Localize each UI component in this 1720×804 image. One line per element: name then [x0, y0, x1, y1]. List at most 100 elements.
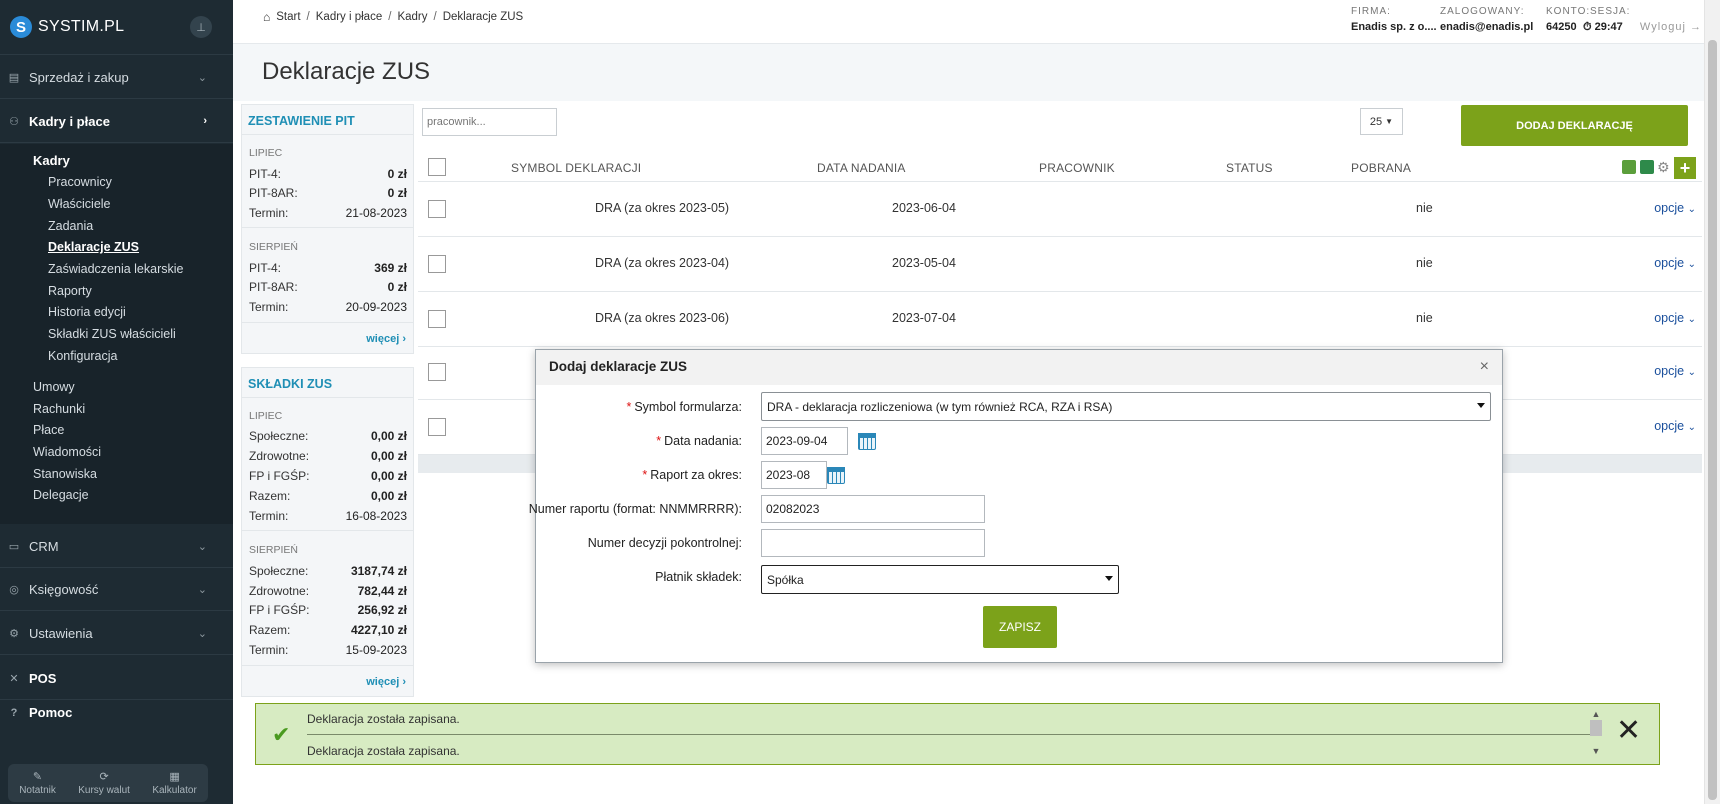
row-key: Razem: — [249, 489, 291, 503]
submenu-head-kadry[interactable]: Kadry — [33, 153, 70, 168]
row-value: 0 zł — [387, 280, 407, 294]
close-icon[interactable]: × — [1480, 358, 1489, 376]
column-header-data[interactable]: DATA NADANIA — [817, 161, 906, 175]
sidebar-section-ustawienia[interactable]: ⚙ Ustawienia ⌄ — [0, 612, 233, 655]
column-header-symbol[interactable]: SYMBOL DEKLARACJI — [511, 161, 641, 175]
zalogowany-label: ZALOGOWANY: — [1440, 6, 1525, 17]
zus-more-link[interactable]: więcej › — [366, 676, 406, 688]
calendar-icon[interactable] — [827, 467, 845, 484]
submenu-item-zadania[interactable]: Zadania — [48, 219, 93, 233]
submenu-item-wiadomosci[interactable]: Wiadomości — [33, 445, 101, 459]
row-options-link[interactable]: opcje ⌄ — [1654, 256, 1696, 270]
settings-gear-icon[interactable]: ⚙ — [1657, 160, 1671, 174]
pin-icon[interactable]: ⊥ — [190, 16, 212, 38]
page-scrollbar[interactable] — [1704, 0, 1720, 804]
submenu-item-deklaracje-zus[interactable]: Deklaracje ZUS — [48, 240, 139, 254]
submenu-item-raporty[interactable]: Raporty — [48, 284, 92, 298]
submenu-item-place[interactable]: Płace — [33, 423, 64, 437]
submenu-item-pracownicy[interactable]: Pracownicy — [48, 175, 112, 189]
breadcrumb-kadry[interactable]: Kadry — [397, 11, 427, 23]
submenu-item-stanowiska[interactable]: Stanowiska — [33, 467, 97, 481]
export-csv-icon[interactable] — [1622, 160, 1636, 174]
sidebar-section-pomoc[interactable]: ? Pomoc — [0, 691, 233, 734]
notification-scrollbar[interactable]: ▲ ▼ — [1589, 709, 1603, 761]
column-header-pobrana[interactable]: POBRANA — [1351, 161, 1411, 175]
pit-row: PIT-4: 0 zł — [249, 167, 407, 181]
notification-message: Deklaracja została zapisana. — [307, 744, 460, 758]
sidebar-section-label: Księgowość — [29, 581, 99, 597]
panel-title: ZESTAWIENIE PIT — [242, 105, 413, 135]
row-checkbox[interactable] — [428, 200, 446, 218]
tool-label: Notatnik — [19, 785, 56, 796]
search-input[interactable] — [422, 108, 557, 136]
tool-kalkulator[interactable]: ▦ Kalkulator — [152, 770, 196, 796]
row-value: 0 zł — [387, 167, 407, 181]
sesja-label: SESJA: — [1590, 6, 1631, 17]
scrollbar-thumb[interactable] — [1708, 40, 1717, 800]
cart-icon: ▤ — [8, 71, 20, 84]
breadcrumb-start[interactable]: Start — [276, 11, 300, 23]
submenu-item-umowy[interactable]: Umowy — [33, 380, 75, 394]
row-key: PIT-8AR: — [249, 186, 298, 200]
platnik-select[interactable]: Spółka — [761, 565, 1119, 594]
page-size-select[interactable]: 25 ▼ — [1360, 108, 1403, 135]
save-button[interactable]: ZAPISZ — [983, 606, 1057, 648]
row-checkbox[interactable] — [428, 418, 446, 436]
submenu-item-delegacje[interactable]: Delegacje — [33, 488, 89, 502]
export-excel-icon[interactable] — [1640, 160, 1654, 174]
column-header-pracownik[interactable]: PRACOWNIK — [1039, 161, 1115, 175]
tool-kursy-walut[interactable]: ⟳ Kursy walut — [78, 770, 130, 796]
home-icon[interactable]: ⌂ — [263, 10, 270, 24]
chevron-right-icon: › — [402, 333, 406, 345]
options-label: opcje — [1654, 311, 1685, 325]
scrollbar-thumb[interactable] — [1590, 720, 1602, 736]
submenu-item-konfiguracja[interactable]: Konfiguracja — [48, 349, 118, 363]
row-checkbox[interactable] — [428, 363, 446, 381]
column-header-status[interactable]: STATUS — [1226, 161, 1273, 175]
row-options-link[interactable]: opcje ⌄ — [1654, 311, 1696, 325]
submenu-item-wlasciciele[interactable]: Właściciele — [48, 197, 111, 211]
submenu-item-rachunki[interactable]: Rachunki — [33, 402, 85, 416]
submenu-item-historia[interactable]: Historia edycji — [48, 305, 126, 319]
cell-symbol: DRA (za okres 2023-04) — [595, 256, 730, 270]
table-header: SYMBOL DEKLARACJI DATA NADANIA PRACOWNIK… — [418, 154, 1702, 182]
numer-raportu-input[interactable]: 02082023 — [761, 495, 985, 523]
sidebar-section-kadry[interactable]: ⚇ Kadry i płace › — [0, 100, 233, 143]
add-declaration-button[interactable]: DODAJ DEKLARACJĘ — [1461, 105, 1688, 146]
numer-decyzji-input[interactable] — [761, 529, 985, 557]
top-bar: ⌂ Start / Kadry i płace / Kadry / Deklar… — [233, 0, 1720, 44]
pos-icon: ✕ — [9, 672, 19, 685]
row-key: FP i FGŚP: — [249, 469, 310, 483]
cell-symbol: DRA (za okres 2023-05) — [595, 201, 730, 215]
symbol-select[interactable]: DRA - deklaracja rozliczeniowa (w tym ró… — [761, 392, 1491, 421]
tool-notatnik[interactable]: ✎ Notatnik — [19, 770, 56, 796]
close-icon[interactable]: ✕ — [1616, 716, 1641, 746]
row-options-link[interactable]: opcje ⌄ — [1654, 419, 1696, 433]
submenu-item-skladki-wlascicieli[interactable]: Składki ZUS właścicieli — [48, 327, 176, 341]
zus-row: FP i FGŚP: 0,00 zł — [249, 469, 407, 483]
add-plus-button[interactable]: + — [1674, 157, 1696, 179]
row-checkbox[interactable] — [428, 255, 446, 273]
breadcrumb-separator: / — [388, 11, 392, 23]
people-icon: ⚇ — [9, 115, 19, 128]
calendar-icon[interactable] — [858, 433, 876, 450]
session-timer: ⏱ 29:47 — [1583, 21, 1623, 34]
chevron-up-icon[interactable]: ▲ — [1589, 709, 1603, 719]
cell-date: 2023-06-04 — [892, 201, 956, 215]
row-options-link[interactable]: opcje ⌄ — [1654, 364, 1696, 378]
breadcrumb-kadry-place[interactable]: Kadry i płace — [316, 11, 382, 23]
select-all-checkbox[interactable] — [428, 158, 446, 176]
pit-more-link[interactable]: więcej › — [366, 333, 406, 345]
logout-link[interactable]: Wyloguj → — [1640, 21, 1702, 33]
sidebar-section-crm[interactable]: ▭ CRM ⌄ — [0, 525, 233, 568]
sidebar-section-label: POS — [29, 670, 57, 686]
sidebar-section-sprzedaz[interactable]: ▤ Sprzedaż i zakup ⌄ — [0, 56, 233, 99]
data-nadania-input[interactable]: 2023-09-04 — [761, 427, 848, 455]
row-value: 3187,74 zł — [350, 564, 407, 578]
chevron-down-icon[interactable]: ▼ — [1589, 746, 1603, 756]
sidebar-section-ksiegowosc[interactable]: ◎ Księgowość ⌄ — [0, 568, 233, 611]
row-options-link[interactable]: opcje ⌄ — [1654, 201, 1696, 215]
raport-okres-input[interactable]: 2023-08 — [761, 461, 827, 489]
submenu-item-zaswiadczenia[interactable]: Zaświadczenia lekarskie — [48, 262, 183, 276]
row-checkbox[interactable] — [428, 310, 446, 328]
